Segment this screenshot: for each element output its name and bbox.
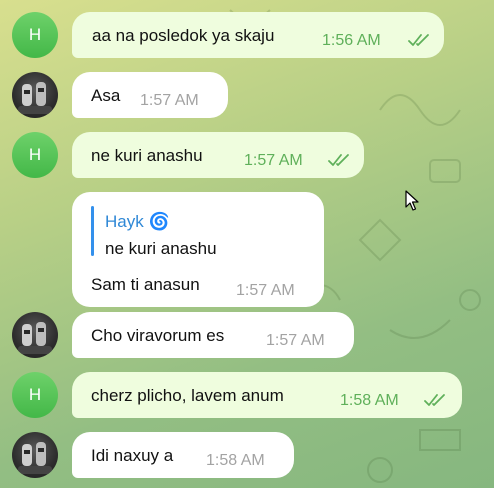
message-bubble[interactable]: Hayk 🌀 ne kuri anashu Sam ti anasun 1:57… bbox=[72, 192, 324, 307]
avatar-initial: H bbox=[28, 385, 42, 404]
message-text: Sam ti anasun bbox=[91, 275, 200, 294]
avatar[interactable] bbox=[12, 432, 58, 478]
message-bubble[interactable]: ne kuri anashu 1:57 AM bbox=[72, 132, 364, 178]
message-text: ne kuri anashu bbox=[91, 146, 203, 165]
avatar-photo bbox=[18, 442, 52, 474]
message-time: 1:56 AM bbox=[322, 32, 381, 49]
double-check-icon bbox=[328, 154, 349, 166]
avatar[interactable]: H bbox=[12, 372, 58, 418]
avatar-initial: H bbox=[28, 145, 42, 164]
message-time: 1:57 AM bbox=[266, 332, 325, 349]
avatar-photo bbox=[18, 82, 52, 114]
avatar-initial: H bbox=[28, 25, 42, 44]
message-text: aa na posledok ya skaju bbox=[92, 26, 275, 45]
avatar[interactable] bbox=[12, 72, 58, 118]
avatar-photo bbox=[18, 322, 52, 354]
chat-area: H aa na posledok ya skaju 1:56 AM Asa 1:… bbox=[0, 0, 494, 488]
reply-sender-name[interactable]: Hayk 🌀 bbox=[105, 212, 170, 232]
double-check-icon bbox=[424, 394, 445, 406]
message-bubble[interactable]: Cho viravorum es 1:57 AM bbox=[72, 312, 354, 358]
message-text: Asa bbox=[91, 86, 121, 105]
message-bubble[interactable]: cherz plicho, lavem anum 1:58 AM bbox=[72, 372, 462, 418]
mouse-pointer-icon bbox=[405, 190, 419, 211]
double-check-icon bbox=[408, 34, 429, 46]
message-time: 1:58 AM bbox=[340, 392, 399, 409]
reply-accent-bar bbox=[91, 206, 94, 256]
reply-quoted-text: ne kuri anashu bbox=[105, 239, 217, 258]
message-text: Cho viravorum es bbox=[91, 326, 225, 345]
message-time: 1:57 AM bbox=[244, 152, 303, 169]
message-text: Idi naxuy a bbox=[91, 446, 174, 465]
message-time: 1:57 AM bbox=[236, 282, 295, 299]
message-bubble[interactable]: Idi naxuy a 1:58 AM bbox=[72, 432, 294, 478]
avatar[interactable]: H bbox=[12, 132, 58, 178]
avatar[interactable] bbox=[12, 312, 58, 358]
message-bubble[interactable]: Asa 1:57 AM bbox=[72, 72, 228, 118]
message-bubble[interactable]: aa na posledok ya skaju 1:56 AM bbox=[72, 12, 444, 58]
message-time: 1:57 AM bbox=[140, 92, 199, 109]
avatar[interactable]: H bbox=[12, 12, 58, 58]
message-time: 1:58 AM bbox=[206, 452, 265, 469]
message-text: cherz plicho, lavem anum bbox=[91, 386, 284, 405]
